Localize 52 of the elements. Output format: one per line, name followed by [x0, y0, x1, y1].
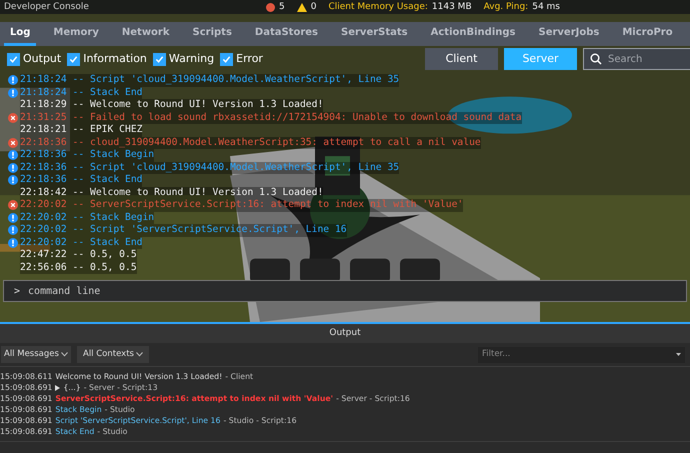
- expand-arrow-icon[interactable]: [55, 384, 60, 390]
- search-input[interactable]: Search: [608, 52, 678, 66]
- filter-checkbox[interactable]: Warning: [152, 50, 214, 68]
- checkbox[interactable]: [67, 52, 80, 66]
- error-count: 5: [279, 2, 285, 12]
- filter-field[interactable]: Filter...: [478, 346, 685, 362]
- info-icon: [8, 225, 18, 236]
- info-icon: [8, 212, 18, 223]
- tab[interactable]: ServerStats: [335, 22, 414, 46]
- tab[interactable]: Log: [4, 22, 36, 46]
- memory-label: Client Memory Usage:: [328, 2, 428, 12]
- command-line-field[interactable]: > command line: [3, 280, 687, 302]
- warning-count: 0: [310, 2, 316, 12]
- checkbox[interactable]: [220, 52, 234, 66]
- console-title: Developer Console: [4, 2, 90, 12]
- info-icon: [8, 238, 18, 248]
- scope-button[interactable]: Client: [425, 48, 498, 70]
- info-icon: [8, 162, 18, 173]
- prompt-symbol: >: [14, 284, 20, 298]
- error-icon: [8, 138, 18, 148]
- ping-label: Avg. Ping:: [484, 2, 528, 12]
- context-filter-dropdown[interactable]: All Contexts: [77, 346, 149, 363]
- command-input[interactable]: command line: [28, 284, 676, 298]
- error-icon: [8, 200, 18, 210]
- filter-checkbox[interactable]: Output: [7, 50, 62, 68]
- tab[interactable]: ActionBindings: [424, 22, 522, 46]
- memory-value: 1143 MB: [432, 2, 472, 12]
- filter-checkbox[interactable]: Error: [220, 50, 263, 68]
- info-icon: [8, 175, 18, 186]
- tab[interactable]: Memory: [47, 22, 105, 46]
- checkbox[interactable]: [7, 52, 20, 66]
- error-icon: [8, 112, 18, 123]
- info-icon: [8, 88, 18, 98]
- search-icon: [590, 53, 602, 65]
- dropdown-arrow-icon: [676, 353, 681, 356]
- warning-icon: [296, 2, 307, 12]
- error-icon: [266, 2, 275, 12]
- filter-input[interactable]: Filter...: [482, 348, 676, 361]
- tab[interactable]: MicroPro: [616, 22, 679, 46]
- tab[interactable]: Scripts: [186, 22, 238, 46]
- search-field[interactable]: Search: [583, 48, 690, 70]
- message-filter-dropdown[interactable]: All Messages: [1, 346, 71, 363]
- tab[interactable]: Network: [116, 22, 176, 46]
- info-icon: [8, 150, 18, 160]
- info-icon: [8, 75, 18, 86]
- chevron-down-icon: [61, 352, 68, 357]
- tab[interactable]: DataStores: [248, 22, 324, 46]
- filter-checkbox[interactable]: Information: [67, 50, 147, 68]
- panel-title: Output: [329, 326, 361, 340]
- tab[interactable]: ServerJobs: [532, 22, 606, 46]
- chevron-down-icon: [136, 352, 143, 357]
- ping-value: 54 ms: [532, 2, 560, 12]
